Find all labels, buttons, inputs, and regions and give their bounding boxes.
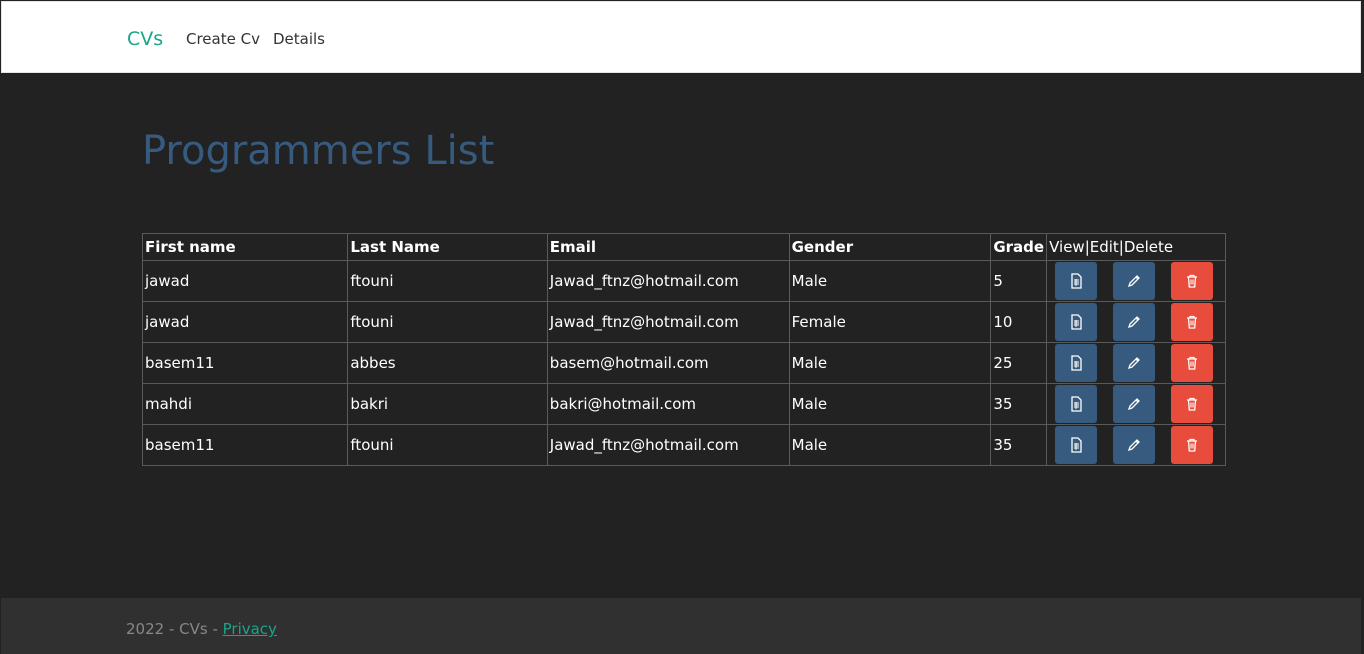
cell-gender: Female [788,301,992,343]
view-button[interactable] [1055,344,1098,382]
delete-button[interactable] [1171,426,1214,464]
cell-gender: Male [788,342,992,384]
privacy-link[interactable]: Privacy [223,620,277,638]
header-email: Email [546,233,790,261]
programmers-table: First name Last Name Email Gender Grade … [141,233,1226,466]
table-header-row: First name Last Name Email Gender Grade … [141,233,1226,261]
cell-email: Jawad_ftnz@hotmail.com [546,424,790,466]
cell-grade: 35 [990,424,1048,466]
cell-gender: Male [788,383,992,425]
cell-grade: 25 [990,342,1048,384]
delete-button[interactable] [1171,303,1214,341]
edit-button[interactable] [1113,262,1156,300]
table-row: jawad ftouni Jawad_ftnz@hotmail.com Male 5 [141,260,1226,302]
delete-button[interactable] [1171,262,1214,300]
view-button[interactable] [1055,385,1098,423]
cell-actions [1046,424,1226,466]
cell-actions [1046,383,1226,425]
cell-email: Jawad_ftnz@hotmail.com [546,260,790,302]
footer-copyright: 2022 - CVs - [126,620,223,638]
header-first-name: First name [141,233,349,261]
nav-details[interactable]: Details [273,30,325,48]
cell-email: basem@hotmail.com [546,342,790,384]
cell-first-name: basem11 [141,342,349,384]
cell-grade: 35 [990,383,1048,425]
header-last-name: Last Name [347,233,548,261]
table-row: basem11 ftouni Jawad_ftnz@hotmail.com Male 3… [141,424,1226,466]
cell-actions [1046,342,1226,384]
header-gender: Gender [788,233,992,261]
cell-last-name: ftouni [347,260,548,302]
cell-first-name: jawad [141,260,349,302]
view-button[interactable] [1055,262,1098,300]
top-navbar: CVs Create Cv Details [1,1,1361,73]
brand-link[interactable]: CVs [127,28,163,50]
cell-last-name: abbes [347,342,548,384]
cell-first-name: jawad [141,301,349,343]
table-row: basem11 abbes basem@hotmail.com Male 25 [141,342,1226,384]
nav-create-cv[interactable]: Create Cv [186,30,260,48]
edit-button[interactable] [1113,385,1156,423]
table-row: mahdi bakri bakri@hotmail.com Male 35 [141,383,1226,425]
edit-button[interactable] [1113,303,1156,341]
cell-actions [1046,301,1226,343]
cell-last-name: ftouni [347,424,548,466]
cell-last-name: bakri [347,383,548,425]
delete-button[interactable] [1171,344,1214,382]
header-actions: View|Edit|Delete [1046,233,1226,261]
cell-gender: Male [788,260,992,302]
footer-text: 2022 - CVs - Privacy [126,620,277,638]
cell-gender: Male [788,424,992,466]
page-title: Programmers List [142,128,495,174]
delete-button[interactable] [1171,385,1214,423]
footer: 2022 - CVs - Privacy [1,598,1361,654]
header-grade: Grade [990,233,1048,261]
cell-first-name: basem11 [141,424,349,466]
edit-button[interactable] [1113,344,1156,382]
cell-first-name: mahdi [141,383,349,425]
cell-last-name: ftouni [347,301,548,343]
table-row: jawad ftouni Jawad_ftnz@hotmail.com Female 1… [141,301,1226,343]
view-button[interactable] [1055,426,1098,464]
cell-grade: 5 [990,260,1048,302]
cell-grade: 10 [990,301,1048,343]
view-button[interactable] [1055,303,1098,341]
edit-button[interactable] [1113,426,1156,464]
cell-email: Jawad_ftnz@hotmail.com [546,301,790,343]
cell-actions [1046,260,1226,302]
cell-email: bakri@hotmail.com [546,383,790,425]
